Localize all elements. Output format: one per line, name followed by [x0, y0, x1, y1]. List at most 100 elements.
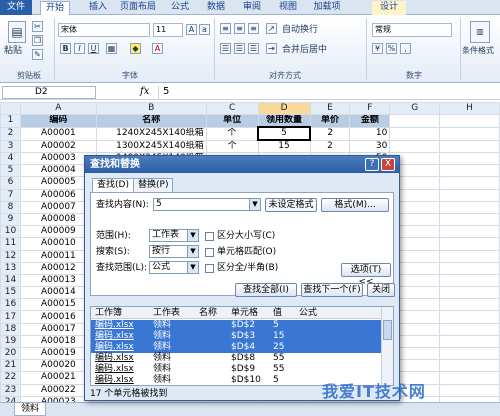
align-left-icon[interactable]: ☰ — [220, 43, 231, 54]
bold-icon[interactable]: B — [60, 43, 71, 54]
tab-page-layout[interactable]: 页面布局 — [116, 1, 160, 15]
column-header-e[interactable]: E — [309, 102, 351, 115]
column-header-b[interactable]: B — [95, 102, 207, 115]
tab-file[interactable]: 文件 — [0, 0, 32, 15]
result-row[interactable]: 编码.xlsx 领料 $D$4 25 — [91, 342, 381, 353]
column-header-d[interactable]: D — [257, 102, 311, 115]
tab-find[interactable]: 查找(D) — [92, 178, 134, 193]
align-right-icon[interactable]: ☰ — [248, 43, 259, 54]
cell[interactable] — [439, 126, 500, 141]
merge-center-button[interactable]: 合并后居中 — [282, 44, 327, 56]
cell[interactable] — [439, 164, 500, 178]
name-box[interactable]: D2 — [2, 86, 96, 99]
cell[interactable]: A00002 — [19, 139, 97, 153]
percent-icon[interactable]: % — [386, 43, 397, 54]
match-width-checkbox[interactable] — [205, 264, 214, 273]
results-scrollbar[interactable] — [381, 307, 393, 385]
tab-addins[interactable]: 加载项 — [308, 1, 346, 15]
cell[interactable]: 30 — [349, 139, 391, 153]
find-next-button[interactable]: 查找下一个(F) — [301, 283, 363, 297]
cell[interactable] — [439, 322, 500, 336]
col-header-name[interactable]: 名称 — [199, 307, 217, 319]
cell[interactable] — [439, 114, 500, 128]
cell[interactable]: A00001 — [19, 126, 97, 141]
chevron-down-icon[interactable]: ▼ — [249, 199, 260, 210]
cell[interactable] — [389, 126, 441, 141]
format-painter-icon[interactable]: ✎ — [32, 49, 43, 60]
comma-icon[interactable]: , — [400, 43, 411, 54]
select-all-corner[interactable] — [0, 102, 21, 115]
row-header[interactable]: 20 — [0, 346, 21, 361]
insert-function-icon[interactable]: fx — [140, 86, 149, 97]
indent-icon[interactable]: ⇥ — [266, 43, 277, 54]
font-size-select[interactable]: 11 — [153, 23, 183, 37]
shrink-font-icon[interactable]: a — [199, 24, 210, 35]
result-row[interactable]: 编码.xlsx 领料 $D$9 55 — [91, 364, 381, 375]
col-header-value[interactable]: 值 — [273, 307, 282, 319]
grow-font-icon[interactable]: A — [186, 24, 197, 35]
conditional-format-icon[interactable]: ▥ — [470, 21, 490, 43]
cell[interactable]: 15 — [257, 139, 311, 153]
orientation-icon[interactable]: ↗ — [266, 23, 277, 34]
header-cell[interactable]: 单位 — [205, 114, 259, 128]
font-color-icon[interactable]: A — [152, 43, 163, 54]
row-header[interactable]: 1 — [0, 114, 21, 128]
cell[interactable] — [389, 139, 441, 153]
cell[interactable]: 2 — [309, 139, 351, 153]
formula-input[interactable]: 5 — [158, 86, 498, 99]
row-header[interactable]: 6 — [0, 176, 21, 190]
header-cell[interactable]: 编码 — [19, 114, 97, 128]
row-header[interactable]: 10 — [0, 225, 21, 239]
row-header[interactable]: 8 — [0, 200, 21, 214]
column-header-a[interactable]: A — [19, 102, 97, 115]
results-list[interactable]: 工作簿 工作表 名称 单元格 值 公式 编码.xlsx 领料 $D$2 5 编码.xls… — [90, 306, 394, 386]
paste-icon[interactable]: ▤ — [8, 21, 26, 43]
row-header[interactable]: 13 — [0, 261, 21, 275]
tab-data[interactable]: 数据 — [202, 1, 230, 15]
copy-icon[interactable]: ❐ — [32, 35, 43, 46]
row-header[interactable]: 15 — [0, 286, 21, 300]
match-entire-cell-checkbox[interactable] — [205, 248, 214, 257]
scrollbar-thumb[interactable] — [383, 320, 392, 340]
find-all-button[interactable]: 查找全部(I) — [235, 283, 297, 297]
tab-review[interactable]: 审阅 — [238, 1, 266, 15]
italic-icon[interactable]: I — [74, 43, 85, 54]
cell[interactable] — [439, 261, 500, 275]
currency-icon[interactable]: ¥ — [372, 43, 383, 54]
col-header-workbook[interactable]: 工作簿 — [95, 307, 122, 319]
cell[interactable] — [439, 286, 500, 300]
col-header-formula[interactable]: 公式 — [299, 307, 317, 319]
header-cell[interactable]: 领用数量 — [257, 114, 311, 128]
chevron-down-icon[interactable]: ▼ — [187, 262, 198, 273]
header-cell[interactable]: 名称 — [95, 114, 207, 128]
row-header[interactable]: 11 — [0, 237, 21, 251]
find-what-input[interactable]: 5 ▼ — [153, 198, 261, 211]
row-header[interactable]: 5 — [0, 164, 21, 178]
result-row[interactable]: 编码.xlsx 领料 $D$2 5 — [91, 320, 381, 331]
cell[interactable] — [439, 188, 500, 202]
sheet-tab-lingliao[interactable]: 领料 — [14, 403, 47, 416]
tab-replace[interactable]: 替换(P) — [133, 178, 174, 192]
cell[interactable] — [439, 334, 500, 349]
cell[interactable] — [439, 237, 500, 251]
column-header-c[interactable]: C — [205, 102, 259, 115]
paste-button[interactable]: 粘贴 — [4, 45, 22, 57]
search-order-select[interactable]: 按行 ▼ — [149, 245, 199, 258]
cell[interactable] — [439, 273, 500, 288]
cell[interactable]: 个 — [205, 139, 259, 153]
cell[interactable] — [439, 200, 500, 214]
cell[interactable] — [389, 114, 441, 128]
row-header[interactable]: 14 — [0, 273, 21, 288]
align-middle-icon[interactable]: ≡ — [234, 23, 245, 34]
tab-insert[interactable]: 插入 — [84, 1, 112, 15]
cell[interactable] — [439, 139, 500, 153]
result-row[interactable]: 编码.xlsx 领料 $D$3 15 — [91, 331, 381, 342]
row-header[interactable]: 12 — [0, 249, 21, 263]
chevron-down-icon[interactable]: ▼ — [187, 246, 198, 257]
row-header[interactable]: 7 — [0, 188, 21, 202]
cell[interactable] — [439, 249, 500, 263]
within-select[interactable]: 工作表 ▼ — [149, 229, 199, 242]
row-header[interactable]: 18 — [0, 322, 21, 336]
format-button[interactable]: 格式(M)... — [321, 198, 389, 212]
cell[interactable]: 个 — [205, 126, 259, 141]
